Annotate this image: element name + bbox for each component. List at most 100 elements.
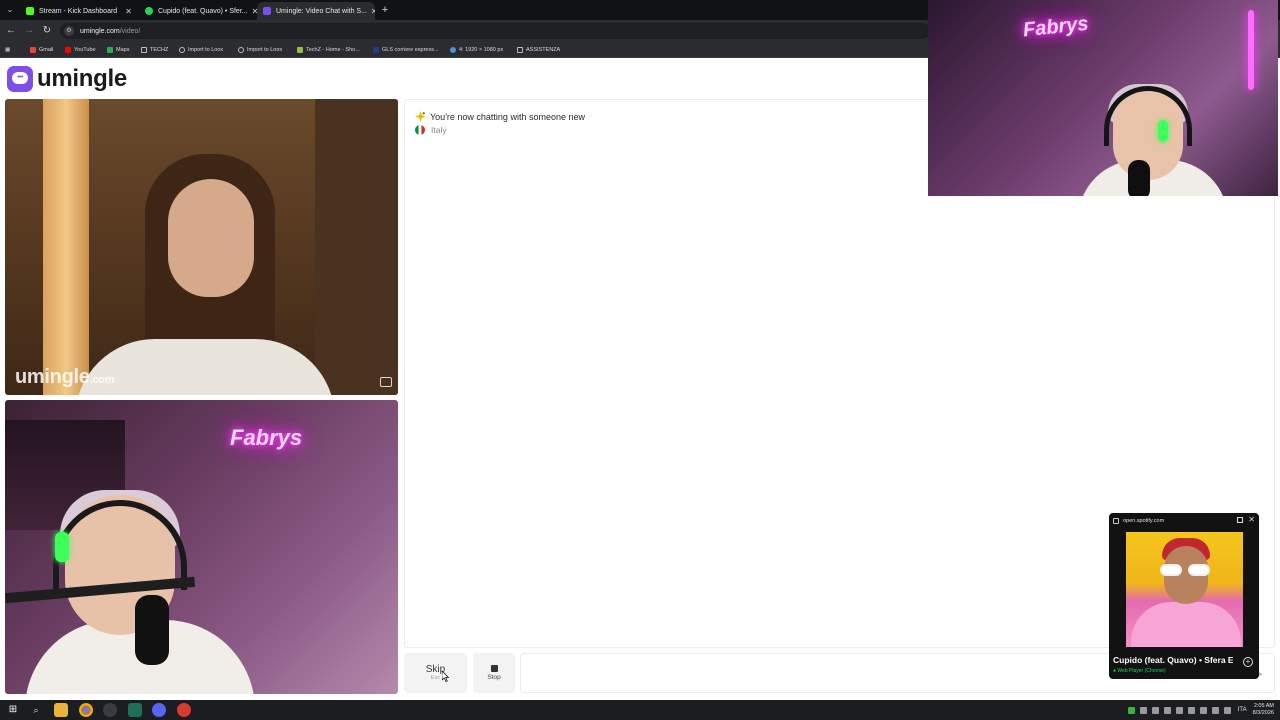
stranger-face <box>168 179 254 297</box>
bookmark-label: ASSISTENZA <box>526 47 561 53</box>
stop-button[interactable]: Stop <box>473 653 515 693</box>
forward-icon[interactable]: → <box>22 24 36 38</box>
umingle-logo[interactable]: umingle <box>7 65 127 93</box>
close-icon[interactable]: ✕ <box>1248 515 1255 524</box>
terminal-icon[interactable] <box>128 703 142 717</box>
album-art-glasses-right <box>1188 564 1210 576</box>
battery-icon[interactable] <box>1223 706 1231 714</box>
microphone <box>1128 160 1150 196</box>
resolution-icon <box>450 47 456 53</box>
bookmark-label: 4: 1920 × 1080 px <box>459 47 504 53</box>
tab-spotify[interactable]: Cupido (feat. Quavo) • Sfer... ✕ <box>139 2 257 20</box>
add-to-library-icon[interactable]: + <box>1243 657 1253 667</box>
track-title[interactable]: Cupido (feat. Quavo) • Sfera Ebbasta <box>1113 655 1233 665</box>
country-label: Italy <box>431 125 447 135</box>
headset-light <box>1158 120 1168 142</box>
streamer-webcam-overlay: Fabrys <box>928 0 1278 196</box>
bookmark-import-loox-1[interactable]: Import to Loox <box>179 45 223 55</box>
network-icon[interactable] <box>1199 706 1207 714</box>
neon-sign: Fabrys <box>1021 12 1090 42</box>
umingle-watermark: umingle.com <box>15 366 114 389</box>
background-wall <box>315 99 398 395</box>
tab-search-icon[interactable]: ⌄ <box>4 4 16 16</box>
url-host: umingle.com <box>80 27 120 35</box>
site-info-icon[interactable]: ⚙ <box>64 26 74 36</box>
skip-button[interactable]: Skip Esc <box>404 653 467 693</box>
bookmark-techz-shop[interactable]: TechZ - Home - Sho... <box>297 45 360 55</box>
bookmark-techz[interactable]: TECHZ <box>141 45 168 55</box>
mini-player-site: open.spotify.com <box>1123 518 1165 524</box>
recording-app-icon[interactable] <box>177 703 191 717</box>
tab-kick-dashboard[interactable]: Stream - Kick Dashboard ✕ <box>20 2 138 20</box>
expand-icon[interactable] <box>1237 517 1243 523</box>
back-icon[interactable]: ← <box>4 24 18 38</box>
clock-time: 2:05 AM <box>1253 703 1274 709</box>
tray-app-icon[interactable] <box>1163 706 1171 714</box>
bookmark-label: Import to Loox <box>247 47 283 53</box>
tray-app-icon[interactable] <box>1139 706 1147 714</box>
address-bar[interactable]: ⚙ umingle.com /video/ <box>60 23 930 39</box>
report-flag-icon[interactable] <box>380 377 392 387</box>
spotify-icon <box>145 7 153 15</box>
bookmark-label: Maps <box>116 47 130 53</box>
italy-flag-icon <box>415 125 425 135</box>
spotify-mini-player: open.spotify.com ✕ Cupido (feat. Quavo) … <box>1109 513 1259 679</box>
nvidia-icon[interactable] <box>1127 706 1135 714</box>
bookmark-label: Import to Loox <box>188 47 224 53</box>
new-tab-icon[interactable]: + <box>378 3 392 17</box>
stop-icon <box>490 665 498 672</box>
chat-status-message: You're now chatting with someone new <box>415 111 585 122</box>
windows-start-icon[interactable]: ⊞ <box>6 703 20 717</box>
watermark-suffix: .com <box>89 374 115 386</box>
gmail-icon <box>30 47 36 53</box>
bookmark-label: YouTube <box>74 47 96 53</box>
shopify-icon <box>297 47 303 53</box>
volume-icon[interactable] <box>1211 706 1219 714</box>
tab-label: Umingle: Video Chat with S... <box>276 7 367 15</box>
umingle-icon <box>263 7 271 15</box>
close-tab-icon[interactable]: ✕ <box>367 7 375 16</box>
kick-icon <box>26 7 34 15</box>
system-clock[interactable]: 2:05 AM 8/3/2026 <box>1253 703 1274 717</box>
bookmark-gls[interactable]: GLS corriere espress... <box>373 45 439 55</box>
system-tray: ITA 2:05 AM 8/3/2026 <box>1127 700 1280 720</box>
mouse-cursor-icon <box>442 671 450 682</box>
clock-date: 8/3/2026 <box>1252 710 1274 716</box>
bookmark-youtube[interactable]: YouTube <box>65 45 96 55</box>
file-explorer-icon[interactable] <box>54 703 68 717</box>
playback-device: ● Web Player (Chrome) <box>1113 668 1166 674</box>
folder-icon <box>517 47 523 53</box>
tab-label: Stream - Kick Dashboard <box>39 7 118 15</box>
bookmark-label: Gmail <box>39 47 54 53</box>
stop-label: Stop <box>487 674 501 681</box>
chrome-icon[interactable] <box>79 703 93 717</box>
url-path: /video/ <box>119 27 141 35</box>
bookmark-gmail[interactable]: Gmail <box>30 45 53 55</box>
tab-umingle[interactable]: Umingle: Video Chat with S... ✕ <box>257 2 375 20</box>
background-curtain <box>43 99 89 395</box>
album-art-fur <box>1131 602 1241 647</box>
apps-grid-icon[interactable]: ▦ <box>5 45 10 55</box>
globe-icon <box>179 47 185 53</box>
bookmark-resolution[interactable]: 4: 1920 × 1080 px <box>450 45 503 55</box>
bookmark-import-loox-2[interactable]: Import to Loox <box>238 45 282 55</box>
headset-light <box>55 532 69 562</box>
bookmark-maps[interactable]: Maps <box>107 45 129 55</box>
obs-icon[interactable] <box>103 703 117 717</box>
album-art[interactable] <box>1126 532 1243 647</box>
close-tab-icon[interactable]: ✕ <box>248 7 257 16</box>
maps-icon <box>107 47 113 53</box>
tray-app-icon[interactable] <box>1151 706 1159 714</box>
microphone <box>135 595 169 665</box>
search-icon[interactable]: ⌕ <box>29 703 43 717</box>
discord-icon[interactable] <box>152 703 166 717</box>
bookmark-label: GLS corriere espress... <box>382 47 439 53</box>
bookmark-assistenza[interactable]: ASSISTENZA <box>517 45 560 55</box>
reload-icon[interactable]: ↻ <box>40 24 54 38</box>
close-tab-icon[interactable]: ✕ <box>121 7 132 16</box>
album-art-glasses-left <box>1160 564 1182 576</box>
tray-app-icon[interactable] <box>1175 706 1183 714</box>
globe-icon <box>238 47 244 53</box>
tray-app-icon[interactable] <box>1187 706 1195 714</box>
input-language[interactable]: ITA <box>1238 707 1247 713</box>
